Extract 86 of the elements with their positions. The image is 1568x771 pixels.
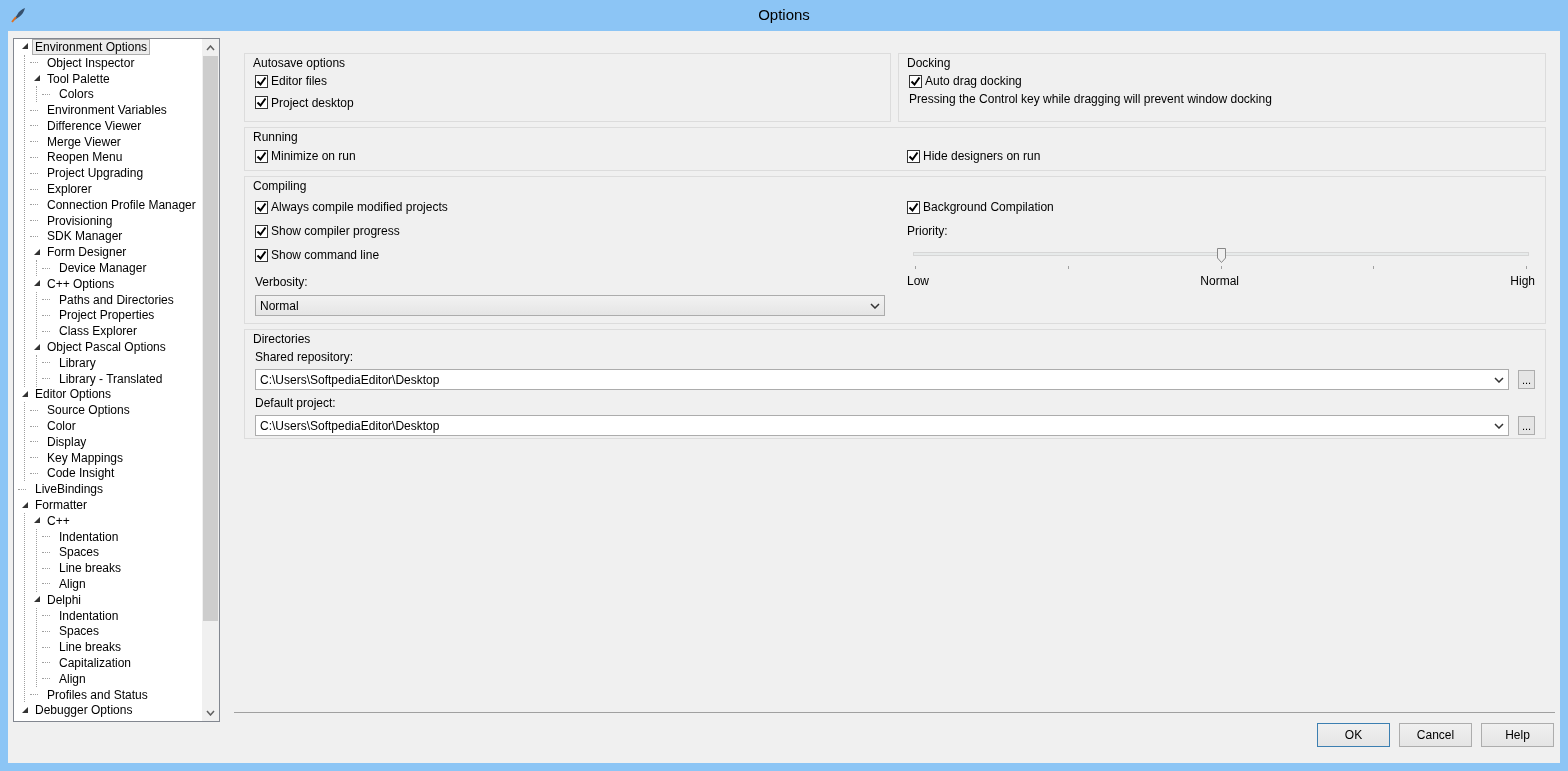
tree-item[interactable]: Environment Variables [44,102,170,119]
tree-item[interactable]: Library - Translated [56,370,166,387]
tree-item[interactable]: Align [56,576,89,592]
field-label: Shared repository: [255,349,355,366]
tree-item[interactable]: Connection Profile Manager [44,196,199,213]
tree-item[interactable]: Project Properties [56,307,158,324]
pen-icon [9,6,27,24]
tree-item[interactable]: Object Inspector [44,54,138,71]
tree-item[interactable]: Merge Viewer [44,133,124,150]
slider-thumb[interactable] [1217,246,1226,261]
tree-item[interactable]: Library [56,354,99,371]
tree-item[interactable]: Spaces [56,623,103,640]
tree-item[interactable]: Key Mappings [44,449,127,466]
checkbox-label: Always compile modified projects [271,199,448,216]
checkbox-label: Show command line [271,247,380,264]
checkbox-label: Editor files [271,73,328,90]
tree-item[interactable]: Formatter [32,497,90,513]
checkbox[interactable] [255,200,268,214]
checkbox-label: Show compiler progress [271,223,400,240]
tree-item[interactable]: Difference Viewer [44,117,145,134]
docking-note: Pressing the Control key while dragging will prevent window docking [909,91,1273,108]
tree-item[interactable]: Align [56,670,89,687]
tree-item[interactable]: Source Options [44,402,133,419]
tree-item[interactable]: Delphi [44,591,85,608]
field-label: Verbosity: [255,274,309,291]
tree-item[interactable]: Object Pascal Options [44,339,169,356]
scrollbar[interactable] [202,39,219,721]
tree-item[interactable]: Reopen Menu [44,149,126,166]
tree-item[interactable]: Editor Options [32,386,115,403]
tree-item[interactable]: LiveBindings [32,481,107,498]
tree-item[interactable]: Display [44,433,90,450]
dropdown[interactable]: Normal [255,295,885,316]
tree-item[interactable]: Explorer [44,181,95,198]
chevron-down-icon [870,302,880,309]
tree-item[interactable]: C++ Options [44,275,118,292]
chevron-down-icon [1494,422,1504,429]
tree-item[interactable]: Environment Options [32,39,151,55]
tree-item[interactable]: Capitalization [56,655,135,671]
browse-button[interactable]: ... [1518,370,1535,389]
tree-item[interactable]: Colors [56,86,97,103]
tree-item[interactable]: SDK Manager [44,228,126,245]
tree-item[interactable]: Code Insight [44,465,118,482]
tree-item[interactable]: Line breaks [56,560,125,577]
dialog-button[interactable]: Help [1481,723,1554,747]
tree-item[interactable]: Class Explorer [56,323,141,340]
checkbox[interactable] [255,74,268,88]
checkbox[interactable] [909,74,922,88]
tree-item[interactable]: Tool Palette [44,70,113,87]
field-label: Default project: [255,395,337,412]
tree-item[interactable]: Project Upgrading [44,165,147,182]
tree-item[interactable]: C++ [44,512,73,529]
field-label: Priority: [907,223,949,240]
checkbox[interactable] [907,149,920,163]
chevron-down-icon [1494,376,1504,383]
browse-button[interactable]: ... [1518,416,1535,435]
tree-item[interactable]: Paths and Directories [56,291,177,308]
tree-item[interactable]: Color [44,418,79,435]
tree-item[interactable]: Profiles and Status [44,686,151,703]
tree-item[interactable]: Form Designer [44,244,130,261]
tree-item[interactable]: Indentation [56,607,122,624]
path-combo-field[interactable]: C:\Users\SoftpediaEditor\Desktop [255,415,1509,436]
checkbox[interactable] [255,248,268,262]
tree-item[interactable]: Line breaks [56,639,125,656]
tick-label: Normal [1200,273,1239,290]
tree-item[interactable]: Debugger Options [32,702,136,719]
dialog-button[interactable]: Cancel [1399,723,1472,747]
checkbox-label: Background Compilation [923,199,1054,216]
scroll-down-icon [206,709,215,716]
checkbox[interactable] [255,96,268,109]
scroll-up-icon [206,44,215,51]
tick-label: High [1510,273,1535,290]
window-title: Options [758,5,810,26]
checkbox-label: Hide designers on run [923,148,1041,165]
checkbox[interactable] [255,149,268,163]
checkbox-label: Minimize on run [271,148,356,165]
checkbox[interactable] [907,200,920,214]
path-combo-field[interactable]: C:\Users\SoftpediaEditor\Desktop [255,369,1509,390]
checkbox-label: Auto drag docking [925,73,1022,90]
checkbox-label: Project desktop [271,94,354,112]
checkbox[interactable] [255,224,268,238]
tree-item[interactable]: Indentation [56,528,122,545]
tree-item[interactable]: Device Manager [56,260,150,277]
tree-item[interactable]: Provisioning [44,212,116,229]
tick-label: Low [907,273,929,290]
tree-item[interactable]: Spaces [56,544,103,561]
dialog-button[interactable]: OK [1317,723,1390,747]
